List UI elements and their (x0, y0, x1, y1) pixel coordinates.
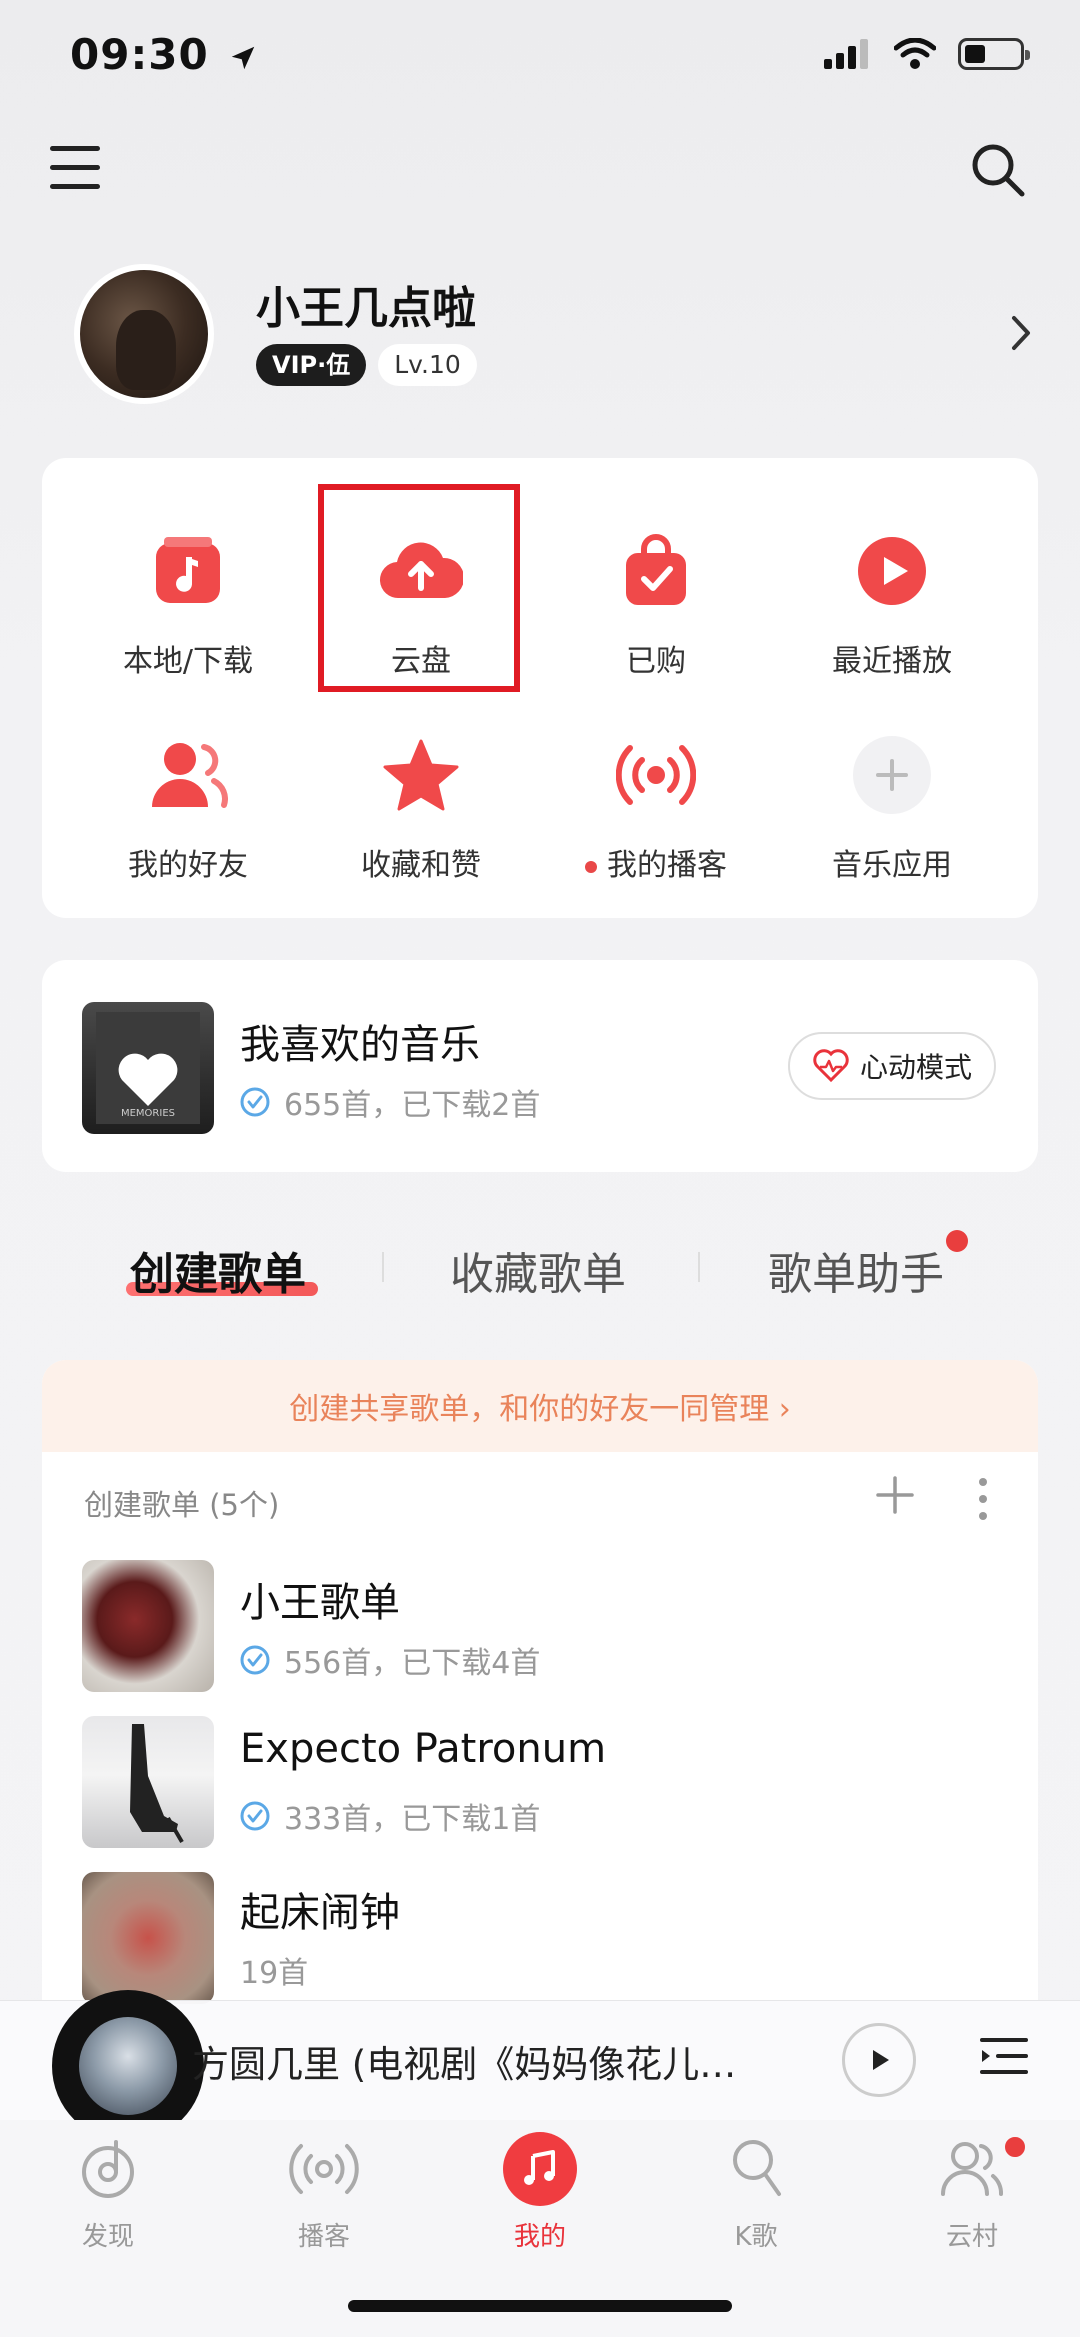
user-name[interactable]: 小王几点啦 (256, 272, 476, 336)
downloaded-check-icon (240, 1645, 270, 1675)
menu-icon[interactable] (50, 146, 100, 194)
playlist-cover[interactable] (82, 1716, 214, 1848)
playlist-cover[interactable] (82, 1560, 214, 1692)
play-circle-icon (849, 528, 935, 614)
playlist-queue-icon[interactable] (978, 2030, 1030, 2082)
podcast-icon (289, 2144, 359, 2194)
more-vertical-icon[interactable] (976, 1476, 990, 1522)
grid-item-recent-play[interactable]: 最近播放 (774, 528, 1010, 680)
mini-player-title[interactable]: 方圆几里 (电视剧《妈妈像花儿一样开放》插曲) (192, 2034, 772, 2088)
heartbeat-icon (813, 1049, 849, 1083)
grid-item-label: 我的播客 (585, 840, 727, 884)
chevron-right-icon[interactable] (1006, 308, 1036, 358)
nav-podcast[interactable]: 播客 (254, 2132, 394, 2253)
status-icons (824, 38, 1030, 70)
grid-item-local-download[interactable]: 本地/下载 (70, 528, 306, 680)
nav-karaoke[interactable]: K歌 (686, 2132, 826, 2253)
tab-playlist-assistant[interactable]: 歌单助手 (768, 1238, 944, 1302)
home-indicator (348, 2300, 732, 2312)
grid-item-podcast[interactable]: 我的播客 (538, 732, 774, 884)
tab-created-playlists[interactable]: 创建歌单 (130, 1238, 306, 1302)
nav-label: K歌 (734, 2222, 778, 2252)
wifi-icon (894, 38, 936, 69)
nav-discover[interactable]: 发现 (38, 2132, 178, 2253)
community-icon (941, 2142, 1003, 2196)
music-icon (503, 2132, 577, 2206)
favorite-cover: MEMORIES (82, 1002, 214, 1134)
downloaded-check-icon (240, 1087, 270, 1117)
highlight-box (318, 484, 520, 692)
playlist-subtitle: 556首，已下载4首 (240, 1638, 540, 1682)
playlist-title[interactable]: 起床闹钟 (240, 1880, 400, 1938)
svg-text:MEMORIES: MEMORIES (121, 1108, 175, 1119)
nav-label: 发现 (81, 2222, 134, 2252)
grid-item-label: 本地/下载 (122, 644, 254, 679)
shopping-bag-icon (613, 528, 699, 614)
tab-divider (698, 1252, 700, 1282)
microphone-icon (733, 2140, 781, 2196)
playlist-subtitle: 333首，已下载1首 (240, 1794, 540, 1838)
playlist-section-header: 创建歌单 (5个) (84, 1488, 280, 1522)
broadcast-icon (613, 732, 699, 818)
profile-badges: VIP·伍 Lv.10 (256, 344, 477, 386)
tab-divider (382, 1252, 384, 1282)
heart-mode-button[interactable]: 心动模式 (788, 1032, 996, 1100)
nav-mine[interactable]: 我的 (470, 2132, 610, 2253)
star-icon (378, 732, 464, 818)
level-badge[interactable]: Lv.10 (378, 344, 477, 386)
friends-icon (145, 732, 231, 818)
search-icon[interactable] (968, 140, 1028, 200)
status-time: 09:30 (70, 30, 258, 79)
vip-badge[interactable]: VIP·伍 (256, 344, 367, 386)
nav-label: 我的 (513, 2222, 566, 2252)
grid-item-label: 音乐应用 (832, 848, 952, 883)
battery-icon (958, 38, 1030, 70)
grid-item-label: 我的好友 (128, 848, 248, 883)
notification-dot (946, 1230, 968, 1252)
avatar[interactable] (74, 264, 214, 404)
downloaded-check-icon (240, 1801, 270, 1831)
playlist-subtitle: 19首 (240, 1956, 309, 1991)
tab-collected-playlists[interactable]: 收藏歌单 (450, 1238, 626, 1302)
grid-item-music-apps[interactable]: 音乐应用 (774, 732, 1010, 884)
nav-label: 云村 (945, 2222, 998, 2252)
playlist-cover[interactable] (82, 1872, 214, 2004)
location-arrow-icon (232, 46, 255, 69)
nav-label: 播客 (297, 2222, 350, 2252)
notification-dot (1002, 2134, 1028, 2160)
grid-item-label: 已购 (626, 644, 686, 679)
grid-item-label: 收藏和赞 (361, 848, 481, 883)
favorite-title: 我喜欢的音乐 (240, 1022, 480, 1068)
playlist-title[interactable]: 小王歌单 (240, 1570, 400, 1628)
play-button[interactable] (842, 2023, 916, 2097)
favorite-subtitle: 655首，已下载2首 (240, 1080, 540, 1124)
add-playlist-icon[interactable] (872, 1472, 918, 1518)
music-note-icon (145, 528, 231, 614)
discover-icon (82, 2140, 134, 2198)
grid-item-friends[interactable]: 我的好友 (70, 732, 306, 884)
unread-dot (585, 860, 597, 873)
grid-item-purchased[interactable]: 已购 (538, 528, 774, 680)
grid-item-label: 最近播放 (832, 644, 952, 679)
signal-icon (824, 39, 868, 69)
grid-item-collections[interactable]: 收藏和赞 (303, 732, 539, 884)
play-icon (873, 2050, 889, 2070)
plus-icon (849, 732, 935, 818)
share-playlist-banner[interactable]: 创建共享歌单，和你的好友一同管理 › (42, 1360, 1038, 1452)
playlist-title[interactable]: Expecto Patronum (240, 1726, 606, 1772)
